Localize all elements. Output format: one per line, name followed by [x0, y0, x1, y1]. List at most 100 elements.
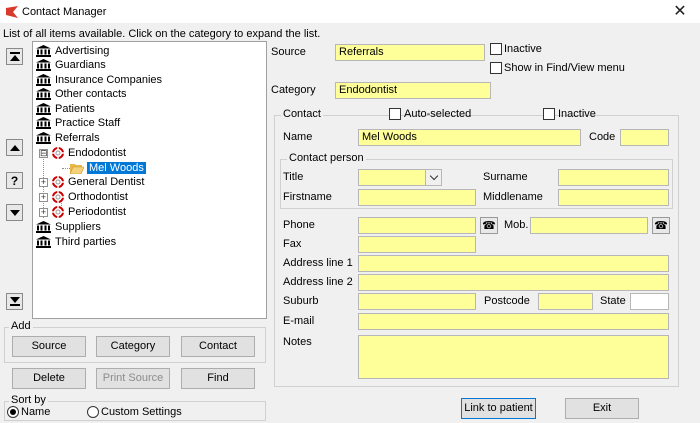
sort-name-label: Name — [21, 406, 51, 418]
tree-item-guardians[interactable]: Guardians — [36, 58, 106, 72]
phone-label: Phone — [283, 219, 315, 231]
address-line-1-field[interactable] — [358, 255, 669, 272]
tree-item-label: Practice Staff — [55, 117, 121, 129]
mob-field[interactable] — [530, 217, 648, 234]
app-logo-icon — [6, 6, 18, 18]
tree-item-periodontist[interactable]: + Periodontist — [39, 205, 126, 219]
show-in-find-checkbox[interactable] — [490, 62, 502, 74]
tree-item-advertising[interactable]: Advertising — [36, 44, 109, 58]
add-group-label: Add — [9, 320, 33, 332]
fax-label: Fax — [283, 238, 302, 250]
dial-phone-button[interactable]: ☎ — [480, 217, 498, 234]
phone-field[interactable] — [358, 217, 476, 234]
source-inactive-checkbox[interactable] — [490, 43, 502, 55]
chevron-down-icon — [429, 171, 438, 181]
move-to-top-button[interactable] — [6, 48, 23, 65]
notes-field[interactable] — [358, 335, 669, 379]
firstname-label: Firstname — [283, 191, 332, 203]
name-field[interactable]: Mel Woods — [358, 129, 581, 146]
exit-button[interactable]: Exit — [565, 398, 639, 419]
expand-toggle[interactable]: + — [39, 207, 48, 217]
firstname-field[interactable] — [358, 189, 476, 206]
help-button[interactable]: ? — [6, 172, 23, 189]
name-label: Name — [283, 131, 313, 143]
dial-mobile-button[interactable]: ☎ — [652, 217, 670, 234]
folder-open-icon — [70, 163, 84, 174]
tree-item-patients[interactable]: Patients — [36, 102, 95, 116]
tree-item-mel-woods[interactable]: Mel Woods — [70, 161, 146, 175]
tree-item-label: Advertising — [55, 45, 110, 57]
link-to-patient-button[interactable]: Link to patient — [461, 398, 536, 419]
source-field[interactable]: Referrals — [335, 44, 485, 61]
move-down-button[interactable] — [6, 204, 23, 221]
add-source-button[interactable]: Source — [12, 336, 86, 357]
tree-item-label: Periodontist — [68, 206, 127, 218]
bank-icon — [36, 221, 51, 233]
surname-label: Surname — [483, 171, 528, 183]
postcode-label: Postcode — [484, 295, 530, 307]
dropdown-button[interactable] — [425, 170, 441, 185]
state-field[interactable] — [630, 293, 669, 310]
tree-item-other-contacts[interactable]: Other contacts — [36, 87, 127, 101]
question-mark-icon: ? — [10, 173, 19, 188]
expand-toggle[interactable]: + — [39, 192, 48, 202]
address-line-1-label: Address line 1 — [283, 257, 353, 269]
state-label: State — [600, 295, 626, 307]
contact-inactive-label: Inactive — [558, 108, 596, 120]
sort-by-label: Sort by — [9, 394, 48, 406]
source-inactive-label: Inactive — [504, 43, 542, 55]
tree-item-insurance-companies[interactable]: Insurance Companies — [36, 73, 162, 87]
category-field[interactable]: Endodontist — [335, 82, 491, 99]
print-source-button[interactable]: Print Source — [96, 368, 170, 389]
fax-field[interactable] — [358, 236, 476, 253]
contact-person-label: Contact person — [287, 152, 366, 164]
arrow-up-icon — [9, 55, 20, 61]
arrow-down-icon — [9, 297, 20, 303]
tree-item-suppliers[interactable]: Suppliers — [36, 220, 101, 234]
collapse-toggle[interactable]: ⊟ — [39, 148, 48, 158]
contact-tree[interactable]: Advertising Guardians Insurance Companie… — [32, 41, 267, 319]
suburb-field[interactable] — [358, 293, 476, 310]
close-window-button[interactable]: ✕ — [666, 2, 694, 22]
bank-icon — [36, 117, 51, 129]
radio-dot — [10, 409, 16, 415]
middlename-field[interactable] — [558, 189, 669, 206]
phone-icon: ☎ — [482, 220, 496, 232]
delete-button[interactable]: Delete — [12, 368, 86, 389]
expand-toggle[interactable]: + — [39, 177, 48, 187]
title-dropdown[interactable] — [358, 169, 442, 186]
move-up-button[interactable] — [6, 139, 23, 156]
tree-item-general-dentist[interactable]: + General Dentist — [39, 175, 144, 189]
mob-label: Mob. — [504, 219, 529, 231]
address-line-2-field[interactable] — [358, 274, 669, 291]
tree-item-label: Guardians — [55, 59, 106, 71]
bank-icon — [36, 132, 51, 144]
surname-field[interactable] — [558, 169, 669, 186]
auto-selected-label: Auto-selected — [404, 108, 472, 120]
sort-name-radio[interactable] — [7, 406, 19, 418]
bank-icon — [36, 45, 51, 57]
tree-item-referrals[interactable]: Referrals — [36, 131, 100, 145]
tree-item-endodontist[interactable]: ⊟ Endodontist — [39, 146, 126, 160]
tree-item-practice-staff[interactable]: Practice Staff — [36, 116, 120, 130]
sort-custom-radio[interactable] — [87, 406, 99, 418]
window-title: Contact Manager — [22, 6, 107, 18]
postcode-field[interactable] — [538, 293, 593, 310]
tree-item-third-parties[interactable]: Third parties — [36, 235, 116, 249]
bank-icon — [36, 74, 51, 86]
notes-label: Notes — [283, 336, 312, 348]
tree-item-label: Orthodontist — [68, 191, 128, 203]
add-category-button[interactable]: Category — [96, 336, 170, 357]
auto-selected-checkbox[interactable] — [389, 108, 401, 120]
source-label: Source — [271, 46, 306, 58]
tree-item-label: Third parties — [55, 236, 117, 248]
contact-inactive-checkbox[interactable] — [543, 108, 555, 120]
tree-item-label: Suppliers — [55, 221, 101, 233]
add-contact-button[interactable]: Contact — [181, 336, 255, 357]
code-field[interactable] — [620, 129, 669, 146]
tree-item-orthodontist[interactable]: + Orthodontist — [39, 190, 128, 204]
move-to-bottom-button[interactable] — [6, 293, 23, 310]
find-button[interactable]: Find — [181, 368, 255, 389]
middlename-label: Middlename — [483, 191, 543, 203]
email-field[interactable] — [358, 313, 669, 330]
